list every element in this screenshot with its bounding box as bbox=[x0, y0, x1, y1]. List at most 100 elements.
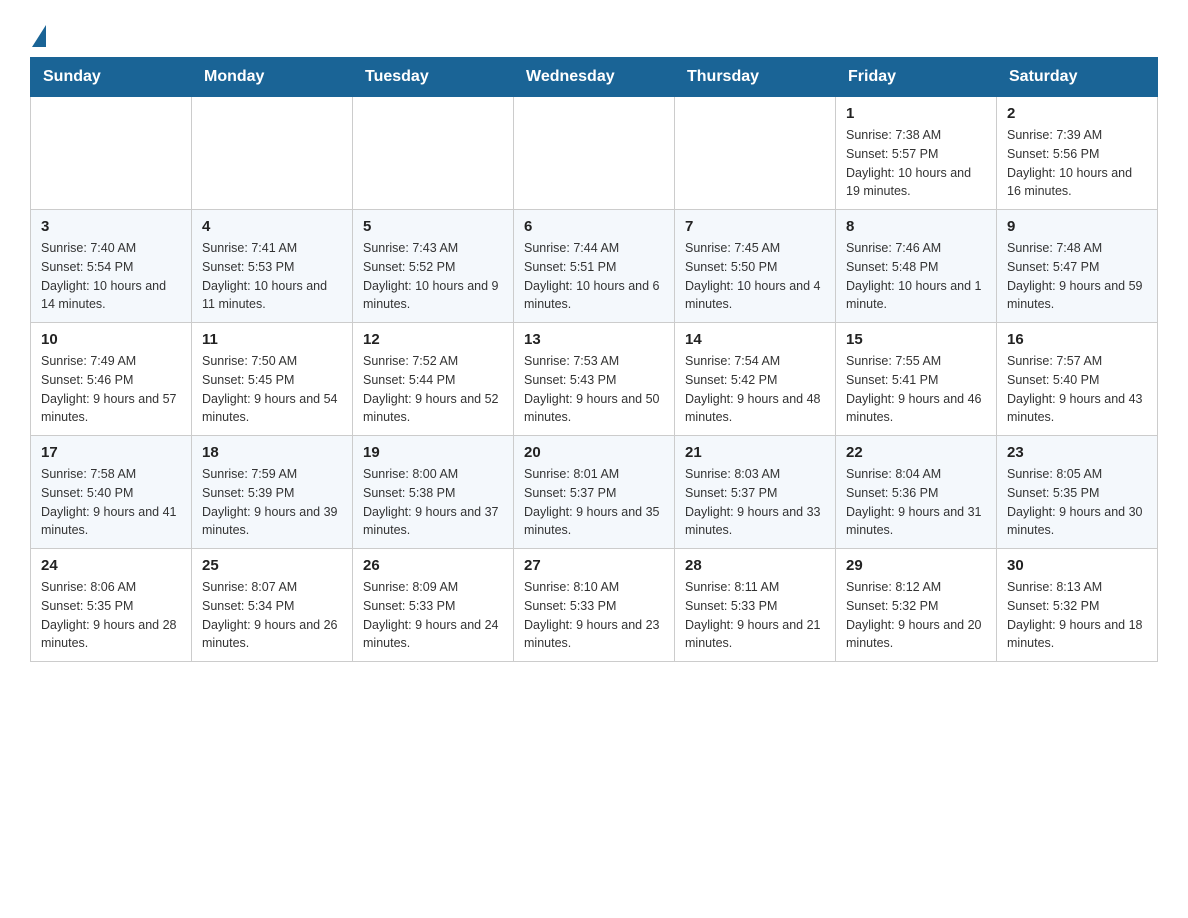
day-number: 1 bbox=[846, 105, 986, 122]
day-number: 20 bbox=[524, 444, 664, 461]
day-sun-info: Sunrise: 7:55 AMSunset: 5:41 PMDaylight:… bbox=[846, 352, 986, 427]
weekday-header-friday: Friday bbox=[836, 58, 997, 97]
day-number: 7 bbox=[685, 218, 825, 235]
day-number: 15 bbox=[846, 331, 986, 348]
calendar-cell: 30Sunrise: 8:13 AMSunset: 5:32 PMDayligh… bbox=[997, 549, 1158, 662]
calendar-cell: 27 Sunrise: 8:10 AMSunset: 5:33 PMDayligh… bbox=[514, 549, 675, 662]
calendar-cell: 29Sunrise: 8:12 AMSunset: 5:32 PMDayligh… bbox=[836, 549, 997, 662]
day-sun-info: Sunrise: 8:04 AMSunset: 5:36 PMDaylight:… bbox=[846, 465, 986, 540]
day-sun-info: Sunrise: 8:00 AMSunset: 5:38 PMDaylight:… bbox=[363, 465, 503, 540]
calendar-cell: 12 Sunrise: 7:52 AMSunset: 5:44 PMDayligh… bbox=[353, 323, 514, 436]
logo-triangle-icon bbox=[32, 25, 46, 47]
day-sun-info: Sunrise: 7:53 AMSunset: 5:43 PMDaylight:… bbox=[524, 352, 664, 427]
day-number: 9 bbox=[1007, 218, 1147, 235]
day-number: 24 bbox=[41, 557, 181, 574]
day-number: 22 bbox=[846, 444, 986, 461]
calendar-cell: 5 Sunrise: 7:43 AMSunset: 5:52 PMDaylight… bbox=[353, 210, 514, 323]
logo bbox=[30, 20, 60, 47]
day-sun-info: Sunrise: 7:57 AMSunset: 5:40 PMDaylight:… bbox=[1007, 352, 1147, 427]
day-sun-info: Sunrise: 8:06 AMSunset: 5:35 PMDaylight:… bbox=[41, 578, 181, 653]
calendar-cell: 2 Sunrise: 7:39 AMSunset: 5:56 PMDaylight… bbox=[997, 97, 1158, 210]
calendar-week-row: 24 Sunrise: 8:06 AMSunset: 5:35 PMDayligh… bbox=[31, 549, 1158, 662]
calendar-cell: 11 Sunrise: 7:50 AMSunset: 5:45 PMDayligh… bbox=[192, 323, 353, 436]
calendar-cell bbox=[675, 97, 836, 210]
day-number: 11 bbox=[202, 331, 342, 348]
calendar-header: SundayMondayTuesdayWednesdayThursdayFrid… bbox=[31, 58, 1158, 97]
calendar-cell: 28 Sunrise: 8:11 AMSunset: 5:33 PMDayligh… bbox=[675, 549, 836, 662]
calendar-cell bbox=[514, 97, 675, 210]
calendar-cell bbox=[192, 97, 353, 210]
calendar-cell: 6Sunrise: 7:44 AMSunset: 5:51 PMDaylight… bbox=[514, 210, 675, 323]
day-number: 21 bbox=[685, 444, 825, 461]
day-number: 23 bbox=[1007, 444, 1147, 461]
day-number: 3 bbox=[41, 218, 181, 235]
calendar-cell: 14 Sunrise: 7:54 AMSunset: 5:42 PMDayligh… bbox=[675, 323, 836, 436]
calendar-cell: 26 Sunrise: 8:09 AMSunset: 5:33 PMDayligh… bbox=[353, 549, 514, 662]
calendar-cell: 4 Sunrise: 7:41 AMSunset: 5:53 PMDaylight… bbox=[192, 210, 353, 323]
calendar-week-row: 3 Sunrise: 7:40 AMSunset: 5:54 PMDaylight… bbox=[31, 210, 1158, 323]
day-sun-info: Sunrise: 8:11 AMSunset: 5:33 PMDaylight:… bbox=[685, 578, 825, 653]
day-number: 17 bbox=[41, 444, 181, 461]
day-sun-info: Sunrise: 8:07 AMSunset: 5:34 PMDaylight:… bbox=[202, 578, 342, 653]
day-sun-info: Sunrise: 7:43 AMSunset: 5:52 PMDaylight:… bbox=[363, 239, 503, 314]
day-number: 27 bbox=[524, 557, 664, 574]
day-sun-info: Sunrise: 7:45 AMSunset: 5:50 PMDaylight:… bbox=[685, 239, 825, 314]
day-number: 19 bbox=[363, 444, 503, 461]
weekday-header-saturday: Saturday bbox=[997, 58, 1158, 97]
weekday-header-wednesday: Wednesday bbox=[514, 58, 675, 97]
day-sun-info: Sunrise: 7:46 AMSunset: 5:48 PMDaylight:… bbox=[846, 239, 986, 314]
day-sun-info: Sunrise: 7:49 AMSunset: 5:46 PMDaylight:… bbox=[41, 352, 181, 427]
calendar-cell bbox=[31, 97, 192, 210]
calendar-table: SundayMondayTuesdayWednesdayThursdayFrid… bbox=[30, 57, 1158, 662]
day-sun-info: Sunrise: 8:12 AMSunset: 5:32 PMDaylight:… bbox=[846, 578, 986, 653]
day-number: 28 bbox=[685, 557, 825, 574]
calendar-cell: 3 Sunrise: 7:40 AMSunset: 5:54 PMDaylight… bbox=[31, 210, 192, 323]
day-number: 2 bbox=[1007, 105, 1147, 122]
day-sun-info: Sunrise: 7:40 AMSunset: 5:54 PMDaylight:… bbox=[41, 239, 181, 314]
day-number: 4 bbox=[202, 218, 342, 235]
day-number: 5 bbox=[363, 218, 503, 235]
day-sun-info: Sunrise: 8:09 AMSunset: 5:33 PMDaylight:… bbox=[363, 578, 503, 653]
day-sun-info: Sunrise: 7:38 AMSunset: 5:57 PMDaylight:… bbox=[846, 126, 986, 201]
calendar-cell: 7 Sunrise: 7:45 AMSunset: 5:50 PMDaylight… bbox=[675, 210, 836, 323]
calendar-cell: 9 Sunrise: 7:48 AMSunset: 5:47 PMDaylight… bbox=[997, 210, 1158, 323]
calendar-cell: 16 Sunrise: 7:57 AMSunset: 5:40 PMDayligh… bbox=[997, 323, 1158, 436]
weekday-header-thursday: Thursday bbox=[675, 58, 836, 97]
weekday-header-monday: Monday bbox=[192, 58, 353, 97]
day-number: 12 bbox=[363, 331, 503, 348]
weekday-header-row: SundayMondayTuesdayWednesdayThursdayFrid… bbox=[31, 58, 1158, 97]
day-number: 25 bbox=[202, 557, 342, 574]
calendar-cell: 10 Sunrise: 7:49 AMSunset: 5:46 PMDayligh… bbox=[31, 323, 192, 436]
calendar-week-row: 1 Sunrise: 7:38 AMSunset: 5:57 PMDaylight… bbox=[31, 97, 1158, 210]
day-sun-info: Sunrise: 7:59 AMSunset: 5:39 PMDaylight:… bbox=[202, 465, 342, 540]
calendar-cell: 15 Sunrise: 7:55 AMSunset: 5:41 PMDayligh… bbox=[836, 323, 997, 436]
calendar-week-row: 10 Sunrise: 7:49 AMSunset: 5:46 PMDayligh… bbox=[31, 323, 1158, 436]
day-sun-info: Sunrise: 7:41 AMSunset: 5:53 PMDaylight:… bbox=[202, 239, 342, 314]
day-number: 13 bbox=[524, 331, 664, 348]
page-header bbox=[30, 20, 1158, 47]
day-number: 16 bbox=[1007, 331, 1147, 348]
calendar-cell: 22 Sunrise: 8:04 AMSunset: 5:36 PMDayligh… bbox=[836, 436, 997, 549]
day-sun-info: Sunrise: 7:54 AMSunset: 5:42 PMDaylight:… bbox=[685, 352, 825, 427]
weekday-header-tuesday: Tuesday bbox=[353, 58, 514, 97]
day-number: 26 bbox=[363, 557, 503, 574]
day-number: 10 bbox=[41, 331, 181, 348]
calendar-cell: 17Sunrise: 7:58 AMSunset: 5:40 PMDayligh… bbox=[31, 436, 192, 549]
day-sun-info: Sunrise: 7:48 AMSunset: 5:47 PMDaylight:… bbox=[1007, 239, 1147, 314]
calendar-cell: 19 Sunrise: 8:00 AMSunset: 5:38 PMDayligh… bbox=[353, 436, 514, 549]
calendar-cell: 1 Sunrise: 7:38 AMSunset: 5:57 PMDaylight… bbox=[836, 97, 997, 210]
day-sun-info: Sunrise: 7:44 AMSunset: 5:51 PMDaylight:… bbox=[524, 239, 664, 314]
day-sun-info: Sunrise: 7:50 AMSunset: 5:45 PMDaylight:… bbox=[202, 352, 342, 427]
day-number: 8 bbox=[846, 218, 986, 235]
calendar-cell: 25 Sunrise: 8:07 AMSunset: 5:34 PMDayligh… bbox=[192, 549, 353, 662]
calendar-cell bbox=[353, 97, 514, 210]
calendar-cell: 21Sunrise: 8:03 AMSunset: 5:37 PMDayligh… bbox=[675, 436, 836, 549]
weekday-header-sunday: Sunday bbox=[31, 58, 192, 97]
calendar-cell: 24 Sunrise: 8:06 AMSunset: 5:35 PMDayligh… bbox=[31, 549, 192, 662]
day-sun-info: Sunrise: 8:10 AMSunset: 5:33 PMDaylight:… bbox=[524, 578, 664, 653]
day-number: 14 bbox=[685, 331, 825, 348]
calendar-cell: 18Sunrise: 7:59 AMSunset: 5:39 PMDayligh… bbox=[192, 436, 353, 549]
calendar-cell: 23Sunrise: 8:05 AMSunset: 5:35 PMDayligh… bbox=[997, 436, 1158, 549]
day-sun-info: Sunrise: 7:52 AMSunset: 5:44 PMDaylight:… bbox=[363, 352, 503, 427]
day-sun-info: Sunrise: 7:39 AMSunset: 5:56 PMDaylight:… bbox=[1007, 126, 1147, 201]
